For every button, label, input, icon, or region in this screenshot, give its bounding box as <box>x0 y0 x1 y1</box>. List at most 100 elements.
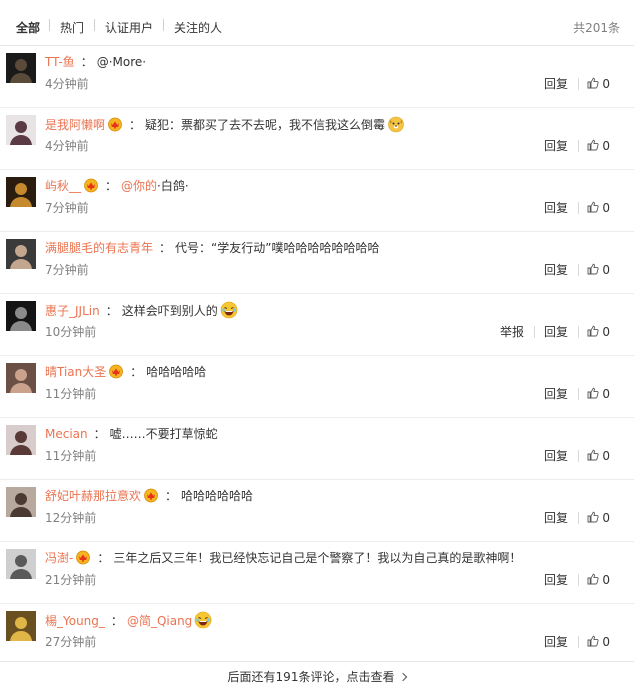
reply-button[interactable]: 回复 <box>544 138 568 154</box>
comment-time: 21分钟前 <box>45 573 97 587</box>
comment-text: 哈哈哈哈哈 <box>146 365 207 379</box>
like-count: 0 <box>602 201 610 215</box>
comment-mention[interactable]: @简_Qiang <box>127 614 192 628</box>
vip-crown-icon <box>108 363 124 379</box>
dog-emoji <box>387 115 405 133</box>
reply-button[interactable]: 回复 <box>544 200 568 216</box>
comment-actions: 回复 0 <box>470 386 610 402</box>
like-button[interactable]: 0 <box>587 386 610 402</box>
like-button[interactable]: 0 <box>587 510 610 526</box>
report-button[interactable]: 举报 <box>500 324 524 340</box>
like-button[interactable]: 0 <box>587 262 610 278</box>
tab-all[interactable]: 全部 <box>16 19 40 36</box>
avatar[interactable] <box>6 611 36 641</box>
colon-separator: ： <box>105 179 118 193</box>
comment-text: 三年之后又三年！我已经快忘记自己是个警察了！我以为自己真的是歌神啊！ <box>113 551 522 565</box>
like-button[interactable]: 0 <box>587 634 610 650</box>
avatar[interactable] <box>6 53 36 83</box>
comment-text: 嘘……不要打草惊蛇 <box>109 427 218 441</box>
comment-username[interactable]: 屿秋__ <box>45 179 81 193</box>
reply-button[interactable]: 回复 <box>544 448 568 464</box>
avatar[interactable] <box>6 239 36 269</box>
like-button[interactable]: 0 <box>587 572 610 588</box>
reply-button[interactable]: 回复 <box>544 510 568 526</box>
like-button[interactable]: 0 <box>587 448 610 464</box>
vip-crown-icon <box>107 116 123 132</box>
thumbs-up-icon <box>587 573 599 585</box>
reply-button[interactable]: 回复 <box>544 262 568 278</box>
comment-username[interactable]: 是我阿懒啊 <box>45 118 105 132</box>
colon-separator: ： <box>110 614 123 628</box>
like-count: 0 <box>602 635 610 649</box>
comment-line: TT-鱼 ： @·More· <box>45 53 146 71</box>
colon-separator: ： <box>159 241 172 255</box>
like-count: 0 <box>602 511 610 525</box>
comment-filter-tabs: 全部 热门 认证用户 关注的人 共201条 <box>0 0 634 46</box>
load-more-label: 后面还有191条评论，点击查看 <box>227 670 395 684</box>
comment-item: 舒妃叶赫那拉意欢 ：哈哈哈哈哈哈 12分钟前 回复 0 <box>0 480 634 542</box>
comment-username[interactable]: 冯澍- <box>45 551 73 565</box>
chevron-right-icon <box>399 672 408 682</box>
comment-time: 7分钟前 <box>45 263 89 277</box>
comment-text: 疑犯：票都买了去不去呢，我不信我这么倒霉 <box>145 118 386 132</box>
comment-actions: 回复 0 <box>470 262 610 278</box>
colon-separator: ： <box>105 304 118 318</box>
colon-separator: ： <box>165 489 178 503</box>
thumbs-up-icon <box>587 449 599 461</box>
comment-item: 冯澍- ：三年之后又三年！我已经快忘记自己是个警察了！我以为自己真的是歌神啊！ 21… <box>0 542 634 604</box>
comment-item: TT-鱼 ： @·More· 4分钟前 回复 0 <box>0 46 634 108</box>
comment-time: 4分钟前 <box>45 77 89 91</box>
colon-separator: ： <box>80 55 93 69</box>
reply-button[interactable]: 回复 <box>544 324 568 340</box>
action-divider <box>578 388 579 400</box>
comment-mention[interactable]: @你的 <box>121 179 157 193</box>
reply-button[interactable]: 回复 <box>544 634 568 650</box>
laugh-emoji <box>220 301 238 319</box>
comment-actions: 回复 0 <box>470 138 610 154</box>
thumbs-up-icon <box>587 77 599 89</box>
like-button[interactable]: 0 <box>587 76 610 92</box>
like-count: 0 <box>602 325 610 339</box>
avatar[interactable] <box>6 363 36 393</box>
comment-username[interactable]: 满腿腿毛的有志青年 <box>45 241 153 255</box>
reply-button[interactable]: 回复 <box>544 386 568 402</box>
like-count: 0 <box>602 139 610 153</box>
avatar[interactable] <box>6 115 36 145</box>
tab-following[interactable]: 关注的人 <box>174 19 222 36</box>
avatar[interactable] <box>6 301 36 331</box>
avatar[interactable] <box>6 549 36 579</box>
comment-text: @·More· <box>96 55 147 69</box>
comment-text: 代号：“学友行动”噗哈哈哈哈哈哈哈哈 <box>175 241 380 255</box>
reply-button[interactable]: 回复 <box>544 76 568 92</box>
comment-line: 舒妃叶赫那拉意欢 ：哈哈哈哈哈哈 <box>45 487 253 505</box>
comment-time: 11分钟前 <box>45 449 97 463</box>
colon-separator: ： <box>97 551 110 565</box>
comment-item: 晴Tian大圣 ：哈哈哈哈哈 11分钟前 回复 0 <box>0 356 634 418</box>
comment-username[interactable]: 晴Tian大圣 <box>45 365 106 379</box>
vip-crown-icon <box>75 549 91 565</box>
avatar[interactable] <box>6 177 36 207</box>
load-more-comments[interactable]: 后面还有191条评论，点击查看 <box>0 661 634 692</box>
comment-item: 满腿腿毛的有志青年 ：代号：“学友行动”噗哈哈哈哈哈哈哈哈 7分钟前 回复 0 <box>0 232 634 294</box>
comment-username[interactable]: Mecian <box>45 427 88 441</box>
comment-username[interactable]: 舒妃叶赫那拉意欢 <box>45 489 141 503</box>
action-divider <box>578 450 579 462</box>
tab-hot[interactable]: 热门 <box>60 19 84 36</box>
like-button[interactable]: 0 <box>587 200 610 216</box>
comment-username[interactable]: 惠子_JJLin <box>45 304 100 318</box>
comment-actions: 回复 0 <box>470 572 610 588</box>
avatar[interactable] <box>6 425 36 455</box>
like-button[interactable]: 0 <box>587 138 610 154</box>
tab-divider <box>94 19 95 31</box>
comment-username[interactable]: 楊_Young_ <box>45 614 105 628</box>
like-count: 0 <box>602 387 610 401</box>
comment-username[interactable]: TT-鱼 <box>45 55 75 69</box>
tab-divider <box>163 19 164 31</box>
comment-item: 是我阿懒啊 ：疑犯：票都买了去不去呢，我不信我这么倒霉 4分钟前 回复 0 <box>0 108 634 170</box>
reply-button[interactable]: 回复 <box>544 572 568 588</box>
comment-time: 4分钟前 <box>45 139 89 153</box>
vip-crown-icon <box>83 177 99 193</box>
avatar[interactable] <box>6 487 36 517</box>
tab-verified[interactable]: 认证用户 <box>105 19 153 36</box>
like-button[interactable]: 0 <box>587 324 610 340</box>
